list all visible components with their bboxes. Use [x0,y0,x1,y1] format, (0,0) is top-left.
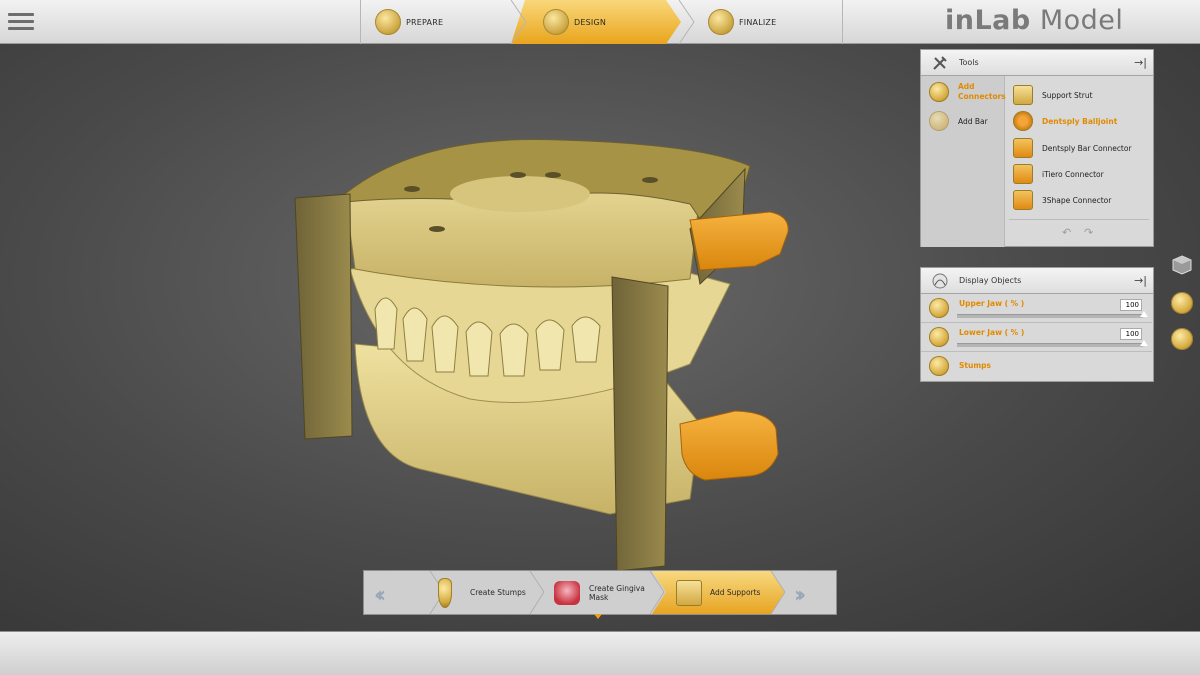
upper-jaw-icon [929,298,949,318]
substep-create-stumps[interactable]: Create Stumps [438,571,526,614]
substep-label: Create Gingiva Mask [589,583,645,602]
stump-icon [438,577,452,608]
substep-add-supports[interactable]: Add Supports [676,571,760,614]
row-label: Stumps [959,361,991,370]
next-step-button[interactable]: ›› [794,583,806,608]
display-objects-icon [931,272,949,290]
step-label: FINALIZE [739,17,777,27]
step-label: DESIGN [574,17,607,27]
pin-icon[interactable]: →| [1134,274,1147,287]
category-label: Add Bar [958,116,988,126]
previous-step-button[interactable]: ‹‹ [374,583,386,608]
tool-list: Support Strut Dentsply Balljoint Dentspl… [1005,76,1153,247]
tools-panel-header: Tools →| [921,50,1153,76]
category-label: Add Connectors [958,82,1006,101]
display-toggle-icon[interactable] [1171,328,1193,350]
lower-jaw-row: Lower Jaw ( % ) 100 [921,323,1152,352]
panel-title: Tools [959,58,979,67]
tools-icon [931,54,949,72]
slider-handle[interactable] [1140,340,1148,346]
tool-label: 3Shape Connector [1042,195,1112,205]
upper-jaw-row: Upper Jaw ( % ) 100 [921,294,1152,323]
menu-icon[interactable] [6,9,36,35]
top-toolbar: PREPARE DESIGN FINALIZE inLab Model [0,0,1200,44]
view-cube-icon[interactable] [1171,254,1193,276]
design-icon [543,9,569,35]
lower-jaw-icon [929,327,949,347]
add-supports-icon [676,579,702,606]
tool-categories: Add Connectors Add Bar [921,76,1006,247]
finalize-icon [708,9,734,35]
tool-label: Support Strut [1042,90,1093,100]
row-label: Upper Jaw ( % ) [959,299,1025,308]
stumps-icon [929,356,949,376]
display-objects-panel: Display Objects →| Upper Jaw ( % ) 100 L… [920,267,1154,382]
pin-icon[interactable]: →| [1134,56,1147,69]
tool-toggle-icon[interactable] [1171,292,1193,314]
bottom-status-bar [0,631,1200,675]
substep-label: Add Supports [710,588,761,597]
itiero-connector-icon [1013,164,1033,184]
tools-panel: Tools →| Add Connectors Add Bar Support … [920,49,1154,247]
slider-handle[interactable] [1140,311,1148,317]
category-add-bar[interactable]: Add Bar [929,111,988,131]
gingiva-icon [554,580,580,605]
category-add-connectors[interactable]: Add Connectors [929,82,1006,102]
upper-jaw-value[interactable]: 100 [1120,299,1142,311]
app-logo: inLab Model [945,5,1124,36]
step-prepare[interactable]: PREPARE [375,0,443,44]
tool-label: Dentsply Bar Connector [1042,143,1132,153]
row-label: Lower Jaw ( % ) [959,328,1025,337]
lower-jaw-slider[interactable] [957,343,1143,347]
lower-jaw-value[interactable]: 100 [1120,328,1142,340]
divider [1009,219,1149,220]
support-strut-icon [1013,85,1033,105]
active-substep-marker [594,614,602,619]
balljoint-icon [1013,111,1033,131]
redo-icon[interactable]: ↷ [1084,226,1093,239]
tool-support-strut[interactable]: Support Strut [1013,85,1093,105]
tool-dentsply-bar-connector[interactable]: Dentsply Bar Connector [1013,138,1132,158]
upper-jaw-slider[interactable] [957,314,1143,318]
substep-create-gingiva-mask[interactable]: Create Gingiva Mask [554,571,654,614]
undo-icon[interactable]: ↶ [1062,226,1071,239]
3shape-connector-icon [1013,190,1033,210]
add-connectors-icon [929,82,949,102]
sub-step-navigator: ‹‹ Create Stumps Create Gingiva Mask Add… [363,570,837,615]
add-bar-icon [929,111,949,131]
workflow-steps: PREPARE DESIGN FINALIZE [360,0,843,44]
tool-label: Dentsply Balljoint [1042,116,1118,126]
panel-title: Display Objects [959,276,1022,285]
prepare-icon [375,9,401,35]
tool-dentsply-balljoint[interactable]: Dentsply Balljoint [1013,111,1117,131]
tool-3shape-connector[interactable]: 3Shape Connector [1013,190,1111,210]
stumps-row[interactable]: Stumps [921,352,1152,380]
tool-label: iTiero Connector [1042,169,1104,179]
display-panel-header: Display Objects →| [921,268,1153,294]
tool-itiero-connector[interactable]: iTiero Connector [1013,164,1104,184]
bar-connector-icon [1013,138,1033,158]
step-label: PREPARE [406,17,444,27]
step-finalize[interactable]: FINALIZE [708,0,776,44]
substep-label: Create Stumps [470,588,526,597]
step-design[interactable]: DESIGN [543,0,606,44]
